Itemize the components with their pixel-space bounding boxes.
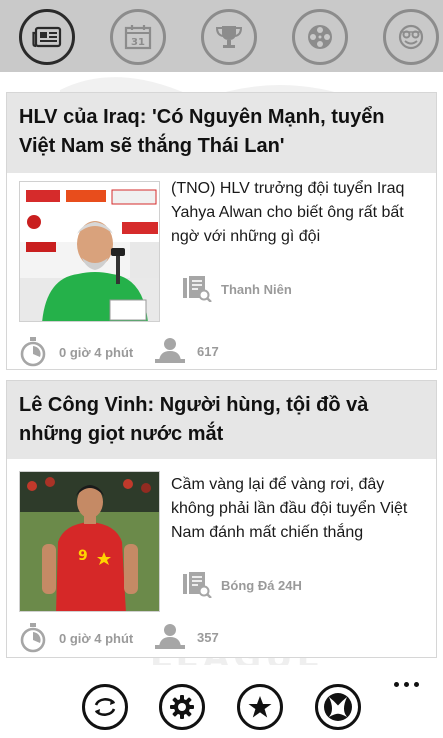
app-screen: LEAGUE 31 bbox=[0, 0, 443, 738]
article-source: Bóng Đá 24H bbox=[183, 572, 302, 598]
calendar-day: 31 bbox=[131, 37, 145, 48]
reader-icon bbox=[155, 338, 185, 363]
time-text: 0 giờ 4 phút bbox=[59, 630, 134, 646]
trophy-icon bbox=[215, 26, 243, 48]
article-title[interactable]: HLV của Iraq: 'Có Nguyên Mạnh, tuyển Việ… bbox=[19, 103, 424, 161]
coach-photo bbox=[20, 182, 159, 321]
news-icon bbox=[32, 26, 62, 48]
article-card[interactable]: HLV của Iraq: 'Có Nguyên Mạnh, tuyển Việ… bbox=[6, 92, 437, 370]
refresh-button[interactable] bbox=[82, 684, 128, 730]
article-time: 0 giờ 4 phút bbox=[19, 623, 133, 653]
article-card[interactable]: Lê Công Vinh: Người hùng, tội đồ và nhữn… bbox=[6, 380, 437, 658]
source-icon bbox=[183, 276, 212, 302]
stopwatch-icon bbox=[20, 623, 46, 653]
xbox-button[interactable] bbox=[315, 684, 361, 730]
article-summary: Cầm vàng lại để vàng rơi, đây không phải… bbox=[171, 476, 408, 541]
views-count: 357 bbox=[197, 629, 219, 645]
article-title[interactable]: Lê Công Vinh: Người hùng, tội đồ và nhữn… bbox=[19, 391, 424, 449]
article-summary: (TNO) HLV trưởng đội tuyển Iraq Yahya Al… bbox=[171, 180, 405, 245]
favorite-button[interactable] bbox=[237, 684, 283, 730]
refresh-icon bbox=[94, 698, 116, 716]
article-header: HLV của Iraq: 'Có Nguyên Mạnh, tuyển Việ… bbox=[7, 93, 436, 173]
player-photo: 9 bbox=[20, 472, 159, 611]
tab-trophy[interactable] bbox=[201, 9, 257, 65]
article-time: 0 giờ 4 phút bbox=[19, 337, 133, 367]
article-header: Lê Công Vinh: Người hùng, tội đồ và nhữn… bbox=[7, 381, 436, 459]
tab-entertainment[interactable] bbox=[383, 9, 439, 65]
tab-calendar[interactable]: 31 bbox=[110, 9, 166, 65]
source-name: Bóng Đá 24H bbox=[221, 577, 302, 593]
mask-icon bbox=[398, 24, 424, 50]
source-name: Thanh Niên bbox=[221, 281, 292, 297]
stopwatch-icon bbox=[20, 337, 46, 367]
calendar-icon: 31 bbox=[124, 25, 152, 50]
more-dot bbox=[394, 681, 399, 687]
article-thumbnail[interactable]: 9 bbox=[19, 471, 160, 612]
app-bar bbox=[0, 665, 443, 738]
article-views: 617 bbox=[155, 337, 219, 365]
settings-icon bbox=[170, 695, 194, 719]
xbox-icon bbox=[324, 693, 352, 721]
settings-button[interactable] bbox=[159, 684, 205, 730]
tab-news[interactable] bbox=[19, 9, 75, 65]
article-views: 357 bbox=[155, 623, 219, 651]
more-icon[interactable] bbox=[394, 679, 424, 689]
film-reel-icon bbox=[308, 25, 332, 49]
article-thumbnail[interactable] bbox=[19, 181, 160, 322]
favorite-icon bbox=[248, 696, 272, 718]
reader-icon bbox=[155, 624, 185, 649]
views-count: 617 bbox=[197, 343, 219, 359]
tab-videos[interactable] bbox=[292, 9, 348, 65]
top-tab-bar: 31 bbox=[0, 0, 443, 72]
article-source: Thanh Niên bbox=[183, 276, 292, 302]
source-icon bbox=[183, 572, 212, 598]
more-dot bbox=[404, 681, 409, 687]
time-text: 0 giờ 4 phút bbox=[59, 344, 134, 360]
more-dot bbox=[414, 681, 419, 687]
svg-text:9: 9 bbox=[78, 548, 88, 564]
